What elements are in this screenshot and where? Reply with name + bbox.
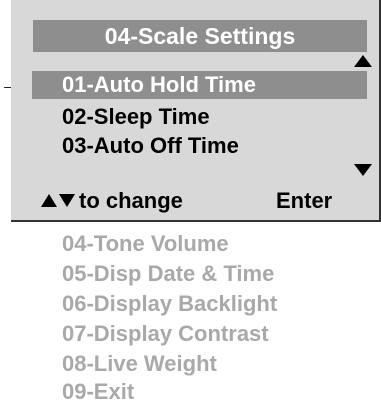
scroll-down-icon — [354, 164, 372, 176]
offscreen-item-live-weight: 08-Live Weight — [62, 351, 217, 376]
menu-item-auto-off-time[interactable]: 03-Auto Off Time — [32, 132, 367, 160]
scroll-up-icon — [354, 55, 372, 67]
offscreen-item-disp-date-time: 05-Disp Date & Time — [62, 261, 275, 286]
offscreen-item-display-backlight: 06-Display Backlight — [62, 291, 278, 316]
offscreen-item-tone-volume: 04-Tone Volume — [62, 231, 229, 256]
menu-title: 04-Scale Settings — [33, 20, 367, 52]
offscreen-item-display-contrast: 07-Display Contrast — [62, 321, 269, 346]
change-hint-label: to change — [79, 188, 183, 213]
menu-item-auto-hold-time[interactable]: 01-Auto Hold Time — [32, 71, 367, 99]
down-arrow-icon — [59, 194, 75, 207]
menu-item-sleep-time[interactable]: 02-Sleep Time — [32, 103, 367, 131]
scale-settings-screen: 04-Scale Settings 01-Auto Hold Time 02-S… — [11, 0, 381, 222]
offscreen-item-exit: 09-Exit — [62, 379, 135, 404]
change-hint: to change — [41, 187, 183, 215]
up-arrow-icon — [41, 194, 57, 207]
enter-softkey-label[interactable]: Enter — [276, 187, 332, 215]
